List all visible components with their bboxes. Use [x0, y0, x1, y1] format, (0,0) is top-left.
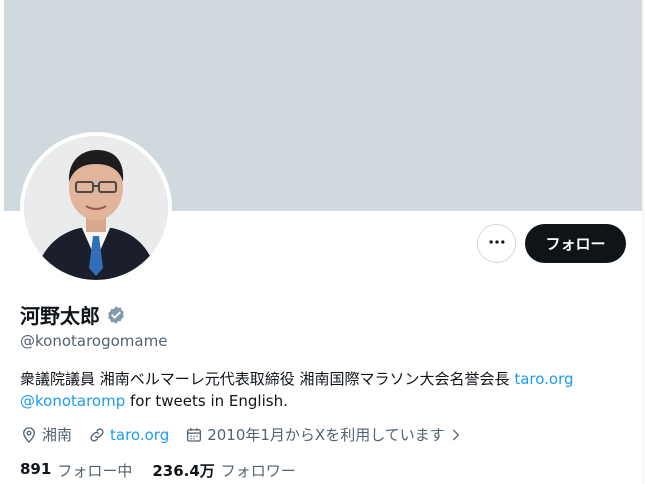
- following-count-link[interactable]: 891 フォロー中: [20, 460, 132, 481]
- avatar-photo: [24, 136, 168, 280]
- calendar-icon: [185, 426, 207, 444]
- following-count: 891: [20, 460, 52, 478]
- followers-label: フォロワー: [220, 462, 296, 480]
- bio-link[interactable]: taro.org: [514, 370, 573, 388]
- avatar[interactable]: [20, 132, 172, 284]
- follow-button[interactable]: フォロー: [525, 224, 626, 263]
- bio-text: 衆議院議員 湘南ベルマーレ元代表取締役 湘南国際マラソン大会名誉会長: [20, 370, 515, 388]
- follow-counts: 891 フォロー中 236.4万 フォロワー: [20, 460, 316, 481]
- profile-name: 河野太郎: [20, 304, 100, 328]
- more-horizontal-icon: [487, 232, 507, 256]
- location-item: 湘南: [20, 424, 72, 445]
- location-text: 湘南: [42, 426, 73, 444]
- website-item[interactable]: taro.org: [88, 426, 169, 444]
- profile-name-row: 河野太郎: [20, 300, 126, 329]
- profile-meta: 湘南 taro.org 2010年1月からXを利用しています: [20, 424, 479, 445]
- profile-handle: @konotarogomame: [20, 332, 168, 350]
- chevron-right-icon: [449, 428, 463, 442]
- website-link[interactable]: taro.org: [110, 426, 169, 444]
- link-icon: [88, 426, 110, 444]
- joined-text: 2010年1月からXを利用しています: [207, 426, 445, 444]
- more-options-button[interactable]: [477, 224, 516, 263]
- profile-page: フォロー 河野太郎 @konotarogomame 衆議院議員 湘南ベルマーレ元…: [0, 0, 645, 484]
- joined-item[interactable]: 2010年1月からXを利用しています: [185, 424, 463, 445]
- followers-count-link[interactable]: 236.4万 フォロワー: [152, 460, 295, 481]
- bio-suffix: for tweets in English.: [125, 392, 288, 410]
- following-label: フォロー中: [57, 462, 133, 480]
- profile-bio: 衆議院議員 湘南ベルマーレ元代表取締役 湘南国際マラソン大会名誉会長 taro.…: [20, 368, 630, 412]
- followers-count: 236.4万: [152, 462, 215, 480]
- bio-mention[interactable]: @konotaromp: [20, 392, 125, 410]
- location-pin-icon: [20, 426, 42, 444]
- verified-badge-icon[interactable]: [106, 305, 126, 325]
